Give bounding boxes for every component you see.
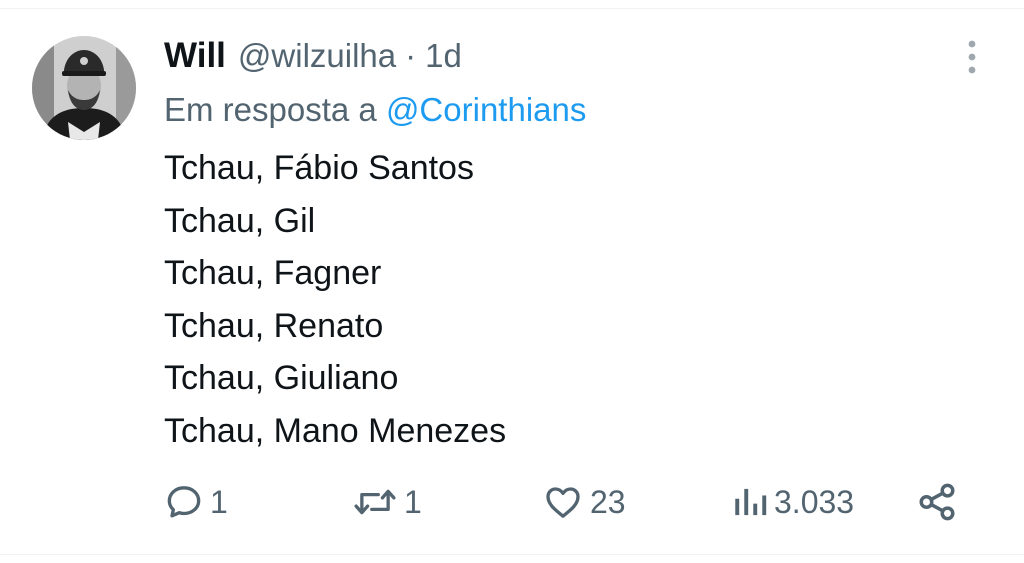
reply-button[interactable]: 1	[164, 478, 228, 526]
tweet-line: Tchau, Renato	[164, 306, 384, 345]
top-divider	[0, 8, 1024, 9]
avatar[interactable]	[32, 36, 136, 140]
reply-mention-link[interactable]: @Corinthians	[386, 91, 586, 128]
tweet-line: Tchau, Mano Menezes	[164, 411, 507, 450]
author-name[interactable]: Will	[164, 36, 226, 76]
views-count: 3.033	[774, 483, 855, 520]
tweet-line: Tchau, Giuliano	[164, 359, 399, 397]
share-button[interactable]	[916, 478, 958, 526]
tweet-line: Tchau, Gil	[164, 201, 316, 240]
author-handle[interactable]: @wilzuilha	[238, 37, 396, 75]
reply-icon	[167, 486, 201, 518]
like-button[interactable]: 23	[542, 478, 626, 526]
tweet-line: Tchau, Fábio Santos	[164, 149, 474, 187]
bottom-divider	[0, 554, 1024, 555]
like-count: 23	[590, 483, 626, 520]
retweet-icon	[354, 489, 396, 515]
tweet-time[interactable]: 1d	[425, 37, 462, 75]
tweet-line: Tchau, Fagner	[164, 254, 382, 292]
share-icon	[919, 483, 955, 521]
retweet-button[interactable]: 1	[352, 478, 422, 526]
views-button[interactable]: 3.033	[732, 478, 854, 526]
tweet-text: Tchau, Fábio Santos Tchau, Gil Tchau, Fa…	[164, 142, 506, 457]
heart-icon	[546, 487, 580, 518]
tweet-header: Will @wilzuilha · 1d	[164, 28, 462, 84]
reply-prefix: Em resposta a	[164, 91, 377, 128]
retweet-count: 1	[404, 483, 422, 520]
reply-context: Em resposta a @Corinthians	[164, 86, 586, 134]
separator-dot: ·	[405, 37, 417, 74]
reply-count: 1	[210, 483, 228, 520]
views-icon	[735, 488, 767, 516]
avatar-image	[32, 36, 136, 140]
more-vertical-icon	[968, 40, 976, 74]
more-button[interactable]	[962, 38, 982, 78]
